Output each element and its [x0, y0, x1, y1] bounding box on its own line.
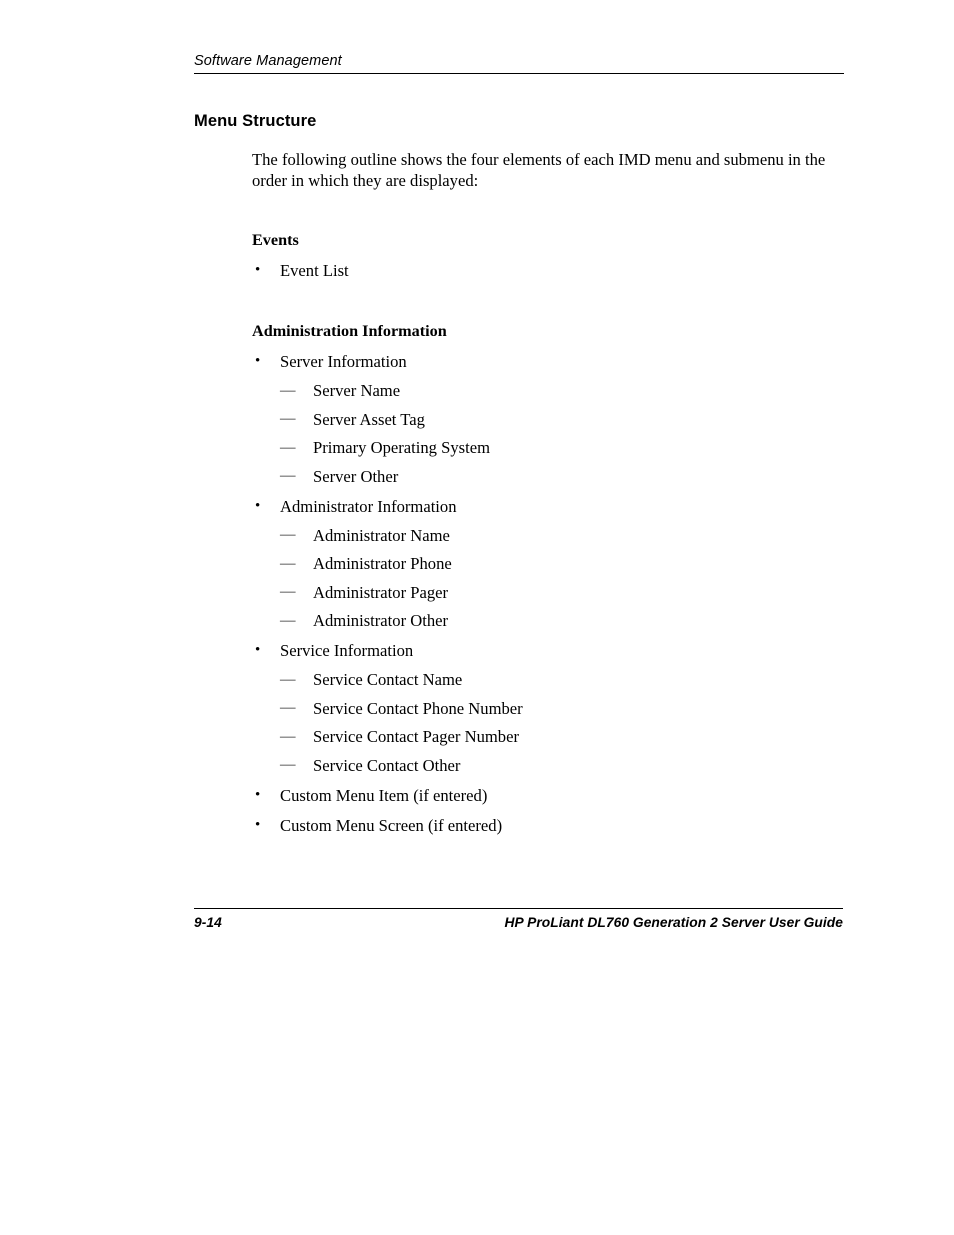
bullet-icon: • [255, 816, 261, 833]
sublist-item-label: Server Asset Tag [313, 409, 425, 429]
em-dash-icon: — [280, 410, 296, 427]
outline-group-heading-administration-information: Administration Information [252, 322, 447, 340]
body-content: The following outline shows the four ele… [252, 150, 847, 836]
sublist-item-label: Administrator Name [313, 525, 450, 545]
sublist-item-label: Administrator Other [313, 611, 449, 630]
sublist-item: — Administrator Phone [280, 554, 847, 574]
sublist-item-label: Service Contact Phone Number [313, 698, 523, 718]
sublist-item: — Administrator Pager [280, 583, 847, 603]
outline-group-heading-events: Events [252, 231, 299, 249]
sublist-item: — Service Contact Other [280, 756, 847, 776]
em-dash-icon: — [280, 554, 296, 572]
sublist-item: — Service Contact Pager Number [280, 727, 847, 747]
sublist-item-label: Service Contact Name [313, 670, 463, 689]
em-dash-icon: — [280, 756, 296, 773]
em-dash-icon: — [280, 467, 296, 484]
running-header: Software Management [194, 52, 844, 70]
sublist-administrator-information: — Administrator Name — Administrator Pho… [252, 526, 847, 632]
sublist-item: — Service Contact Phone Number [280, 699, 847, 719]
list-item-label: Custom Menu Item (if entered) [280, 785, 488, 805]
sublist-item: — Server Name [280, 381, 847, 401]
bullet-icon: • [255, 786, 261, 803]
bullet-icon: • [255, 642, 261, 658]
outline-list-events: • Event List [252, 261, 847, 281]
em-dash-icon: — [280, 611, 296, 629]
list-item-label: Server Information [280, 352, 407, 371]
sublist-item-label: Server Name [313, 381, 401, 400]
list-item: • Service Information — Service Contact … [252, 641, 847, 776]
em-dash-icon: — [280, 526, 296, 543]
sublist-service-information: — Service Contact Name — Service Contact… [252, 670, 847, 776]
intro-paragraph: The following outline shows the four ele… [252, 150, 826, 190]
list-item: • Administrator Information — Administra… [252, 497, 847, 632]
list-item: • Custom Menu Screen (if entered) [252, 816, 847, 836]
bullet-icon: • [255, 353, 261, 369]
sublist-item-label: Service Contact Pager Number [313, 727, 519, 746]
running-header-text: Software Management [194, 53, 342, 69]
sublist-item: — Service Contact Name [280, 670, 847, 690]
bullet-icon: • [255, 497, 261, 514]
sublist-item: — Server Asset Tag [280, 410, 847, 430]
sublist-item: — Server Other [280, 467, 847, 487]
list-item-label: Administrator Information [280, 496, 457, 516]
footer-guide-title: HP ProLiant DL760 Generation 2 Server Us… [504, 915, 843, 930]
em-dash-icon: — [280, 670, 296, 688]
em-dash-icon: — [280, 583, 296, 600]
em-dash-icon: — [280, 699, 296, 716]
em-dash-icon: — [280, 727, 296, 745]
sublist-item-label: Administrator Pager [313, 582, 449, 602]
sublist-item: — Administrator Name [280, 526, 847, 546]
sublist-item: — Administrator Other [280, 611, 847, 631]
sublist-item: — Primary Operating System [280, 438, 847, 458]
footer-rule [194, 908, 843, 909]
em-dash-icon: — [280, 438, 296, 456]
document-page: Software Management Menu Structure The f… [0, 0, 954, 1235]
list-item: • Server Information — Server Name — Ser… [252, 352, 847, 487]
page-footer: 9-14 HP ProLiant DL760 Generation 2 Serv… [194, 914, 843, 932]
bullet-icon: • [255, 262, 261, 278]
sublist-item-label: Service Contact Other [313, 755, 461, 775]
sublist-item-label: Server Other [313, 466, 399, 486]
list-item: • Custom Menu Item (if entered) [252, 786, 847, 806]
list-item-label: Event List [280, 261, 349, 280]
footer-page-number: 9-14 [194, 915, 222, 930]
sublist-item-label: Primary Operating System [313, 438, 490, 457]
page-title: Menu Structure [194, 112, 317, 130]
list-item-label: Custom Menu Screen (if entered) [280, 815, 503, 835]
em-dash-icon: — [280, 381, 296, 399]
list-item-label: Service Information [280, 641, 414, 660]
header-rule [194, 73, 844, 74]
sublist-server-information: — Server Name — Server Asset Tag — Prima… [252, 381, 847, 487]
outline-list-administration-information: • Server Information — Server Name — Ser… [252, 352, 847, 836]
list-item: • Event List [252, 261, 847, 281]
sublist-item-label: Administrator Phone [313, 554, 452, 573]
